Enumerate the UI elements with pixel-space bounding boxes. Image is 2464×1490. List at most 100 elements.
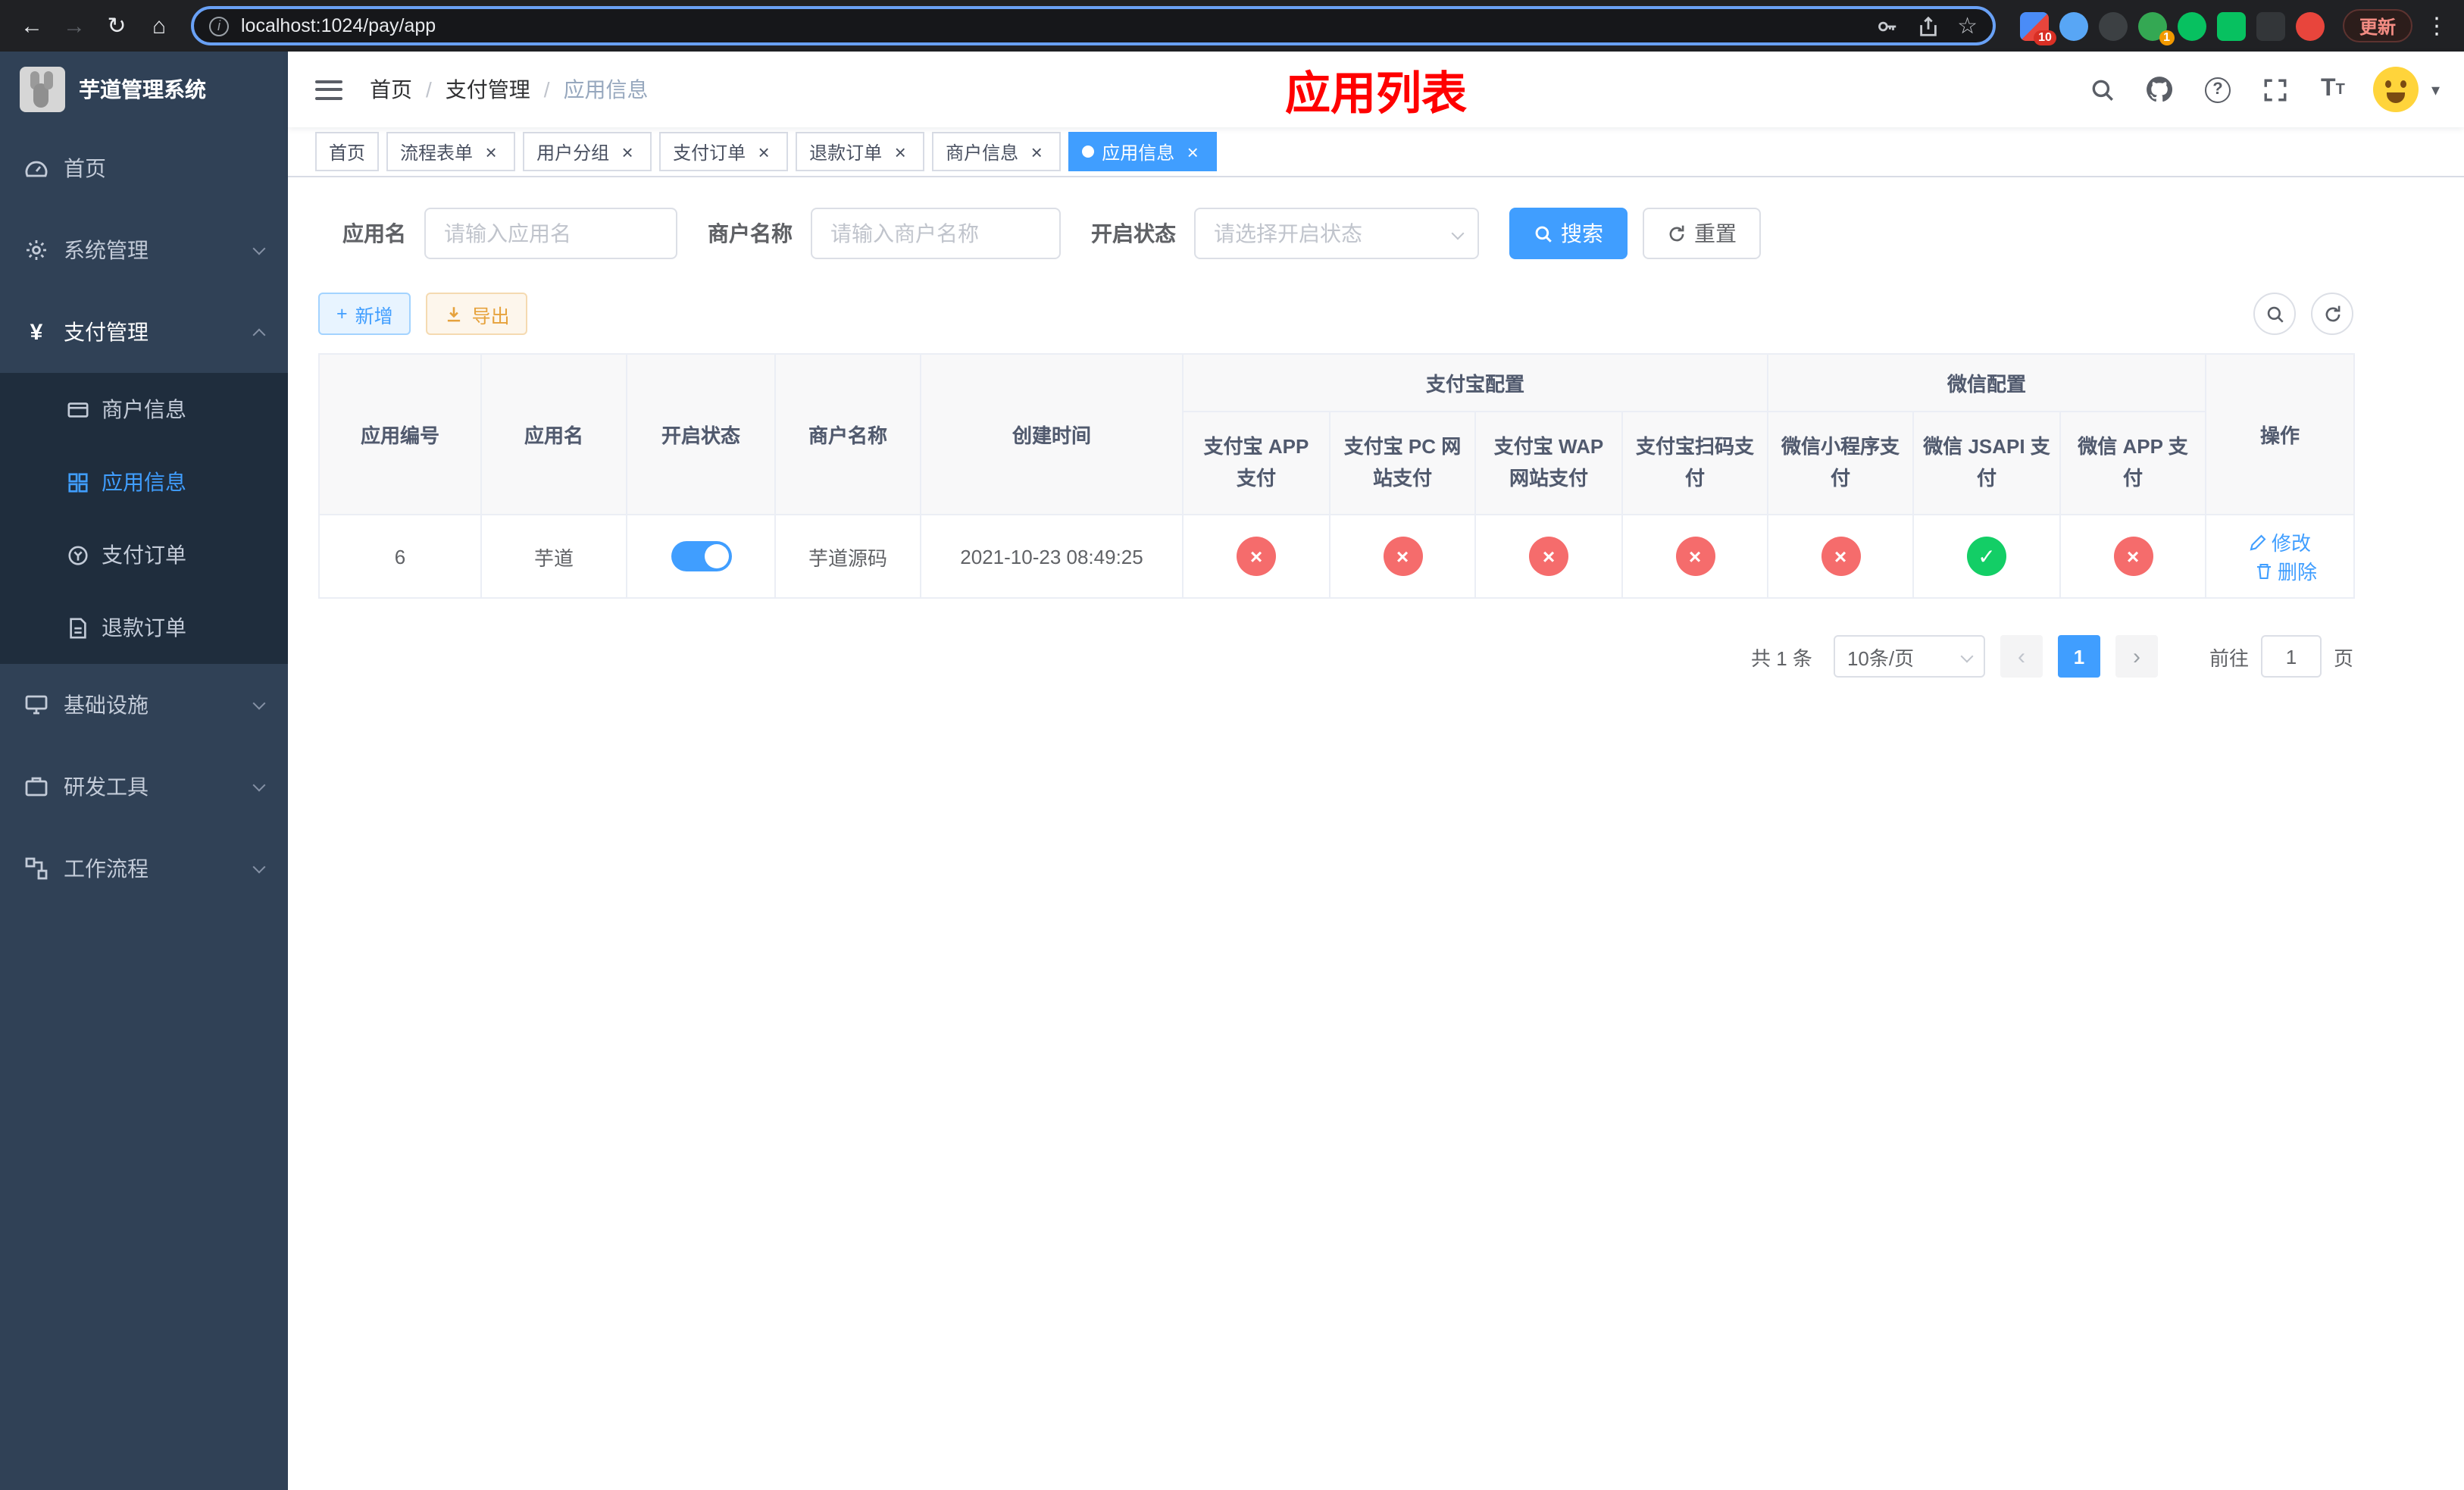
- extension-icon-6[interactable]: [2216, 11, 2246, 40]
- sidebar-item-label: 应用信息: [102, 470, 186, 494]
- sidebar-item-dev-tools[interactable]: 研发工具: [0, 746, 288, 828]
- delete-link[interactable]: 删除: [2255, 556, 2317, 585]
- tab-merchant-info[interactable]: 商户信息 ×: [932, 132, 1062, 171]
- help-icon[interactable]: ?: [2201, 73, 2234, 106]
- sidebar-item-label: 研发工具: [64, 775, 149, 799]
- search-icon: [2266, 305, 2283, 322]
- sidebar-item-label: 支付订单: [102, 543, 186, 567]
- pagination: 共 1 条 10条/页 ‹ 1 › 前往 页: [318, 635, 2353, 678]
- extension-badge: 1: [2159, 30, 2175, 45]
- status-wx-mini: ×: [1821, 537, 1861, 576]
- extension-icon-2[interactable]: [2059, 11, 2088, 40]
- bookmark-star-icon[interactable]: ☆: [1957, 14, 1978, 37]
- browser-home-icon[interactable]: ⌂: [139, 6, 179, 45]
- close-icon[interactable]: ×: [753, 141, 774, 162]
- tab-home[interactable]: 首页: [315, 132, 380, 171]
- edit-link[interactable]: 修改: [2249, 527, 2311, 556]
- sidebar-item-home[interactable]: 首页: [0, 127, 288, 209]
- close-icon[interactable]: ×: [480, 141, 502, 162]
- extension-icon-7[interactable]: [2256, 11, 2285, 40]
- merchant-name-input[interactable]: [811, 208, 1061, 259]
- sidebar-item-app-info[interactable]: 应用信息: [0, 446, 288, 518]
- share-icon[interactable]: [1916, 14, 1939, 37]
- extension-icon-1[interactable]: 10: [2019, 11, 2056, 45]
- sidebar-item-system[interactable]: 系统管理: [0, 209, 288, 291]
- col-alipay-pc: 支付宝 PC 网站支付: [1329, 411, 1476, 515]
- close-icon[interactable]: ×: [890, 141, 911, 162]
- sidebar-collapse-icon[interactable]: [315, 80, 342, 99]
- extension-icon-8[interactable]: [2295, 11, 2325, 40]
- col-wx-app: 微信 APP 支付: [2059, 411, 2207, 515]
- extension-icon-3[interactable]: [2098, 11, 2128, 40]
- col-wx-jsapi: 微信 JSAPI 支付: [1912, 411, 2062, 515]
- tab-process-form[interactable]: 流程表单 ×: [386, 132, 516, 171]
- toggle-search-button[interactable]: [2253, 293, 2296, 335]
- close-icon[interactable]: ×: [1026, 141, 1047, 162]
- close-icon[interactable]: ×: [1182, 141, 1203, 162]
- sidebar-item-merchant-info[interactable]: 商户信息: [0, 373, 288, 446]
- next-page-button[interactable]: ›: [2115, 635, 2158, 678]
- browser-menu-icon[interactable]: ⋮: [2422, 12, 2452, 39]
- chevron-down-icon: [252, 241, 266, 255]
- avatar[interactable]: [2373, 67, 2419, 112]
- site-info-icon[interactable]: i: [209, 16, 229, 36]
- github-icon[interactable]: [2143, 73, 2177, 106]
- breadcrumb-current: 应用信息: [563, 77, 649, 102]
- sidebar-item-workflow[interactable]: 工作流程: [0, 828, 288, 909]
- tab-refund-order[interactable]: 退款订单 ×: [796, 132, 925, 171]
- status-select[interactable]: 请选择开启状态: [1194, 208, 1479, 259]
- col-alipay-app: 支付宝 APP 支付: [1182, 411, 1330, 515]
- sidebar-item-refund-order[interactable]: 退款订单: [0, 591, 288, 664]
- tab-app-info[interactable]: 应用信息 ×: [1068, 132, 1218, 171]
- url-text[interactable]: localhost:1024/pay/app: [241, 15, 1875, 36]
- tab-user-group[interactable]: 用户分组 ×: [523, 132, 652, 171]
- browser-update-button[interactable]: 更新: [2342, 9, 2412, 42]
- prev-page-button[interactable]: ‹: [2000, 635, 2043, 678]
- tab-pay-order[interactable]: 支付订单 ×: [659, 132, 789, 171]
- fullscreen-icon[interactable]: [2259, 73, 2292, 106]
- refresh-table-button[interactable]: [2311, 293, 2353, 335]
- address-bar[interactable]: i localhost:1024/pay/app ☆: [191, 6, 1996, 45]
- browser-back-icon[interactable]: ←: [12, 6, 52, 45]
- breadcrumb-home[interactable]: 首页: [370, 74, 412, 105]
- page-size-select[interactable]: 10条/页: [1833, 635, 1985, 678]
- avatar-caret-icon[interactable]: ▾: [2431, 80, 2440, 99]
- extension-icon-5[interactable]: [2177, 11, 2206, 40]
- browser-reload-icon[interactable]: ↻: [97, 6, 136, 45]
- goto-page-input[interactable]: [2260, 635, 2322, 678]
- extension-badge: 10: [2034, 30, 2056, 45]
- credit-card-icon: [67, 402, 89, 417]
- browser-forward-icon[interactable]: →: [55, 6, 94, 45]
- reset-button[interactable]: 重置: [1643, 208, 1761, 259]
- sidebar-item-payment[interactable]: ¥ 支付管理: [0, 291, 288, 373]
- export-button[interactable]: 导出: [426, 293, 528, 335]
- app-name-input[interactable]: [424, 208, 677, 259]
- password-key-icon[interactable]: [1875, 14, 1898, 37]
- chevron-down-icon: [252, 859, 266, 873]
- status-label: 开启状态: [1091, 221, 1176, 246]
- extension-icon-4[interactable]: 1: [2137, 11, 2175, 45]
- row-status-toggle[interactable]: [671, 541, 731, 571]
- sidebar-item-label: 系统管理: [64, 238, 149, 262]
- col-alipay-qr: 支付宝扫码支付: [1621, 411, 1769, 515]
- search-icon: [1535, 225, 1552, 242]
- search-button[interactable]: 搜索: [1509, 208, 1628, 259]
- page-title: 应用列表: [1285, 70, 1467, 120]
- close-icon[interactable]: ×: [617, 141, 638, 162]
- page-unit-label: 页: [2333, 646, 2353, 669]
- sidebar-item-pay-order[interactable]: 支付订单: [0, 518, 288, 591]
- extensions-tray: 10 1: [2019, 11, 2325, 45]
- font-size-icon[interactable]: TT: [2316, 73, 2350, 106]
- sidebar-item-label: 工作流程: [64, 856, 149, 881]
- search-icon[interactable]: [2086, 73, 2119, 106]
- cell-merchant: 芋道源码: [774, 514, 921, 599]
- download-icon: [448, 306, 461, 321]
- page-number-1[interactable]: 1: [2057, 635, 2100, 678]
- payment-submenu: 商户信息 应用信息 支付订单 退款订单: [0, 373, 288, 664]
- breadcrumb-payment[interactable]: 支付管理: [446, 74, 530, 105]
- sidebar: 芋道管理系统 首页 系统管理 ¥ 支付管理 商户信息 应用信息 支付订单 退款订…: [0, 52, 288, 1490]
- sidebar-item-infra[interactable]: 基础设施: [0, 664, 288, 746]
- plus-icon: +: [336, 303, 348, 324]
- sidebar-item-label: 商户信息: [102, 397, 186, 421]
- add-button[interactable]: + 新增: [318, 293, 411, 335]
